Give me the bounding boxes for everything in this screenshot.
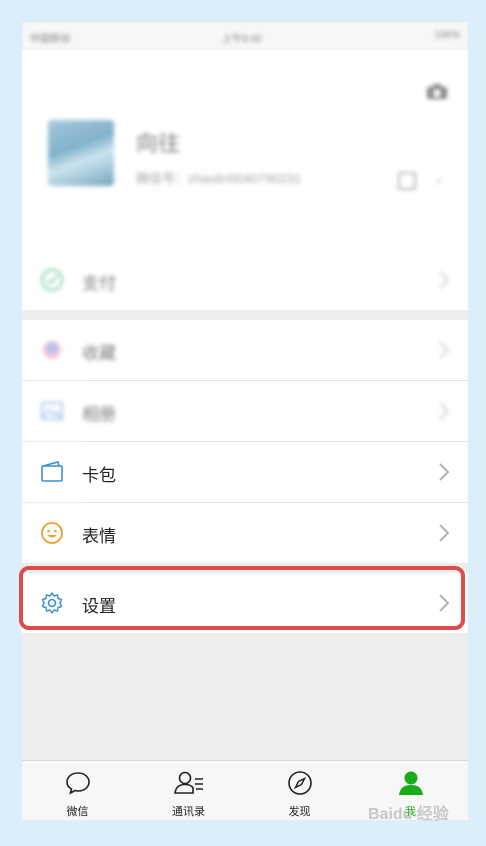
chevron-right-icon (439, 271, 450, 289)
cube-icon (43, 341, 61, 359)
tab-chats[interactable]: 微信 (22, 761, 133, 820)
menu-label-album: 相册 (82, 405, 116, 424)
menu-item-cards[interactable]: 卡包 (22, 442, 468, 502)
menu-item-stickers[interactable]: 表情 (22, 503, 468, 563)
picture-icon (41, 402, 63, 420)
camera-icon[interactable] (426, 84, 448, 100)
chevron-right-icon (439, 524, 450, 542)
menu-label-pay: 支付 (82, 274, 116, 293)
qr-code-icon[interactable] (398, 172, 416, 190)
phone-screen: 中国移动 上午9:40 100% 向往 微信号：zhaolin004079023… (22, 22, 468, 820)
menu-label-favorites: 收藏 (82, 344, 116, 363)
nickname: 向往 (136, 131, 181, 156)
watermark: Baidu 经验 (368, 806, 449, 823)
tab-label-chats: 微信 (66, 806, 89, 818)
menu-item-album[interactable]: 相册 (22, 381, 468, 441)
menu-item-pay[interactable]: 支付 (22, 250, 468, 310)
chevron-right-icon (439, 463, 450, 481)
tab-label-contacts: 通讯录 (172, 806, 205, 818)
menu-item-favorites[interactable]: 收藏 (22, 320, 468, 380)
avatar[interactable] (48, 120, 114, 186)
menu-label-stickers: 表情 (82, 527, 116, 546)
wechat-id: 微信号：zhaolin0040790231 (136, 171, 302, 186)
card-wallet-icon (41, 461, 63, 482)
chevron-right-icon (439, 402, 450, 420)
tab-label-discover: 发现 (288, 806, 311, 818)
tab-discover[interactable]: 发现 (244, 761, 355, 820)
chevron-right-icon (439, 341, 450, 359)
smiley-icon (41, 522, 63, 544)
tab-contacts[interactable]: 通讯录 (133, 761, 244, 820)
profile-header[interactable]: 向往 微信号：zhaolin0040790231 › (22, 50, 468, 258)
person-icon (398, 771, 423, 795)
menu-label-cards: 卡包 (82, 466, 116, 485)
compass-icon (287, 771, 312, 795)
chevron-right-icon: › (436, 172, 442, 189)
chat-bubble-icon (65, 772, 90, 795)
contacts-icon (173, 771, 203, 794)
wallet-icon (41, 269, 63, 291)
settings-highlight-box (19, 566, 465, 630)
